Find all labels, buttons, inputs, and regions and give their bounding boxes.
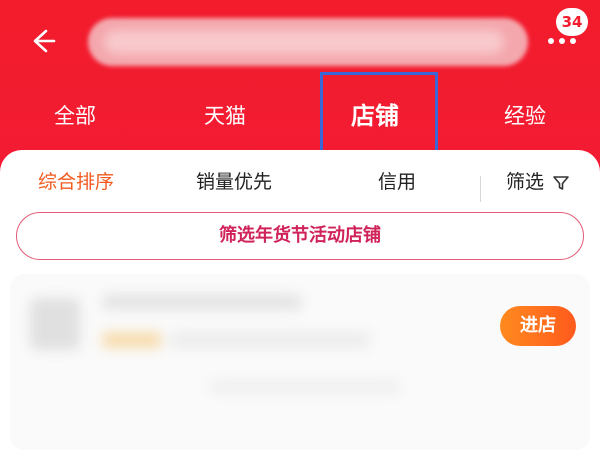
promo-filter-button[interactable]: 筛选年货节活动店铺: [16, 212, 584, 260]
filter-funnel-icon: [553, 175, 569, 190]
shop-name-blurred: [102, 294, 302, 310]
shop-logo-blurred: [30, 298, 80, 350]
search-query-blurred: [104, 30, 504, 54]
filter-button[interactable]: 筛选: [506, 160, 570, 204]
tab-experience[interactable]: 经验: [470, 88, 580, 144]
message-count-badge: 34: [556, 8, 588, 36]
shop-info-blurred: [170, 332, 370, 348]
shop-detail-blurred: [210, 380, 400, 394]
tab-bar: 全部 天猫 店铺 经验: [0, 88, 600, 144]
sort-sales[interactable]: 销量优先: [196, 160, 272, 204]
divider: [480, 176, 481, 202]
sort-bar: 综合排序 销量优先 信用 筛选: [0, 160, 600, 204]
enter-shop-button[interactable]: 进店: [500, 306, 576, 346]
tab-tmall[interactable]: 天猫: [170, 88, 280, 144]
back-arrow-icon[interactable]: [26, 26, 56, 56]
shop-tag-blurred: [102, 332, 162, 348]
shop-listing[interactable]: [10, 274, 590, 450]
filter-label: 筛选: [506, 171, 545, 193]
highlight-box: [320, 72, 438, 162]
sort-credit[interactable]: 信用: [378, 160, 416, 204]
results-panel: 综合排序 销量优先 信用 筛选 筛选年货节活动店铺: [0, 150, 600, 450]
tab-all[interactable]: 全部: [20, 88, 130, 144]
sort-overall[interactable]: 综合排序: [38, 160, 114, 204]
